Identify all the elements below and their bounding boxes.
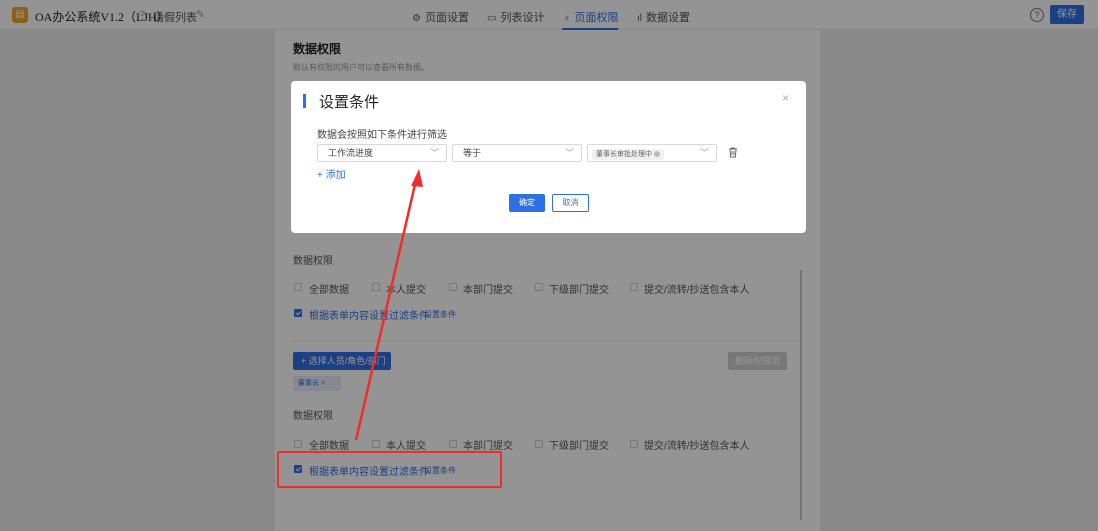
- chevron-down-icon: ﹀: [429, 148, 439, 158]
- operator-select[interactable]: 等于 ﹀: [452, 144, 582, 162]
- annotation-highlight-box: [277, 451, 502, 488]
- field-select-value: 工作流进度: [328, 148, 374, 158]
- value-select[interactable]: 董事长审批处理中 ﹀: [587, 144, 717, 162]
- value-chip: 董事长审批处理中: [592, 149, 664, 160]
- set-condition-modal: 设置条件 × 数据会按照如下条件进行筛选 工作流进度 ﹀ 等于 ﹀ 董事长审批处理中…: [291, 81, 806, 233]
- modal-title-accent: [303, 94, 306, 108]
- operator-select-value: 等于: [463, 148, 482, 158]
- cancel-button[interactable]: 取消: [552, 194, 589, 212]
- trash-icon[interactable]: [727, 146, 739, 158]
- chip-label: 董事长审批处理中: [596, 151, 652, 158]
- chevron-down-icon: ﹀: [699, 148, 709, 158]
- modal-title: 设置条件: [319, 94, 380, 111]
- chevron-down-icon: ﹀: [564, 148, 574, 158]
- modal-overlay: [0, 0, 1098, 531]
- field-select[interactable]: 工作流进度 ﹀: [317, 144, 447, 162]
- confirm-button[interactable]: 确定: [509, 194, 545, 212]
- chip-remove-icon[interactable]: [654, 151, 660, 158]
- modal-description: 数据会按照如下条件进行筛选: [317, 130, 447, 141]
- close-icon[interactable]: ×: [782, 91, 789, 105]
- add-condition-button[interactable]: + 添加: [317, 166, 346, 181]
